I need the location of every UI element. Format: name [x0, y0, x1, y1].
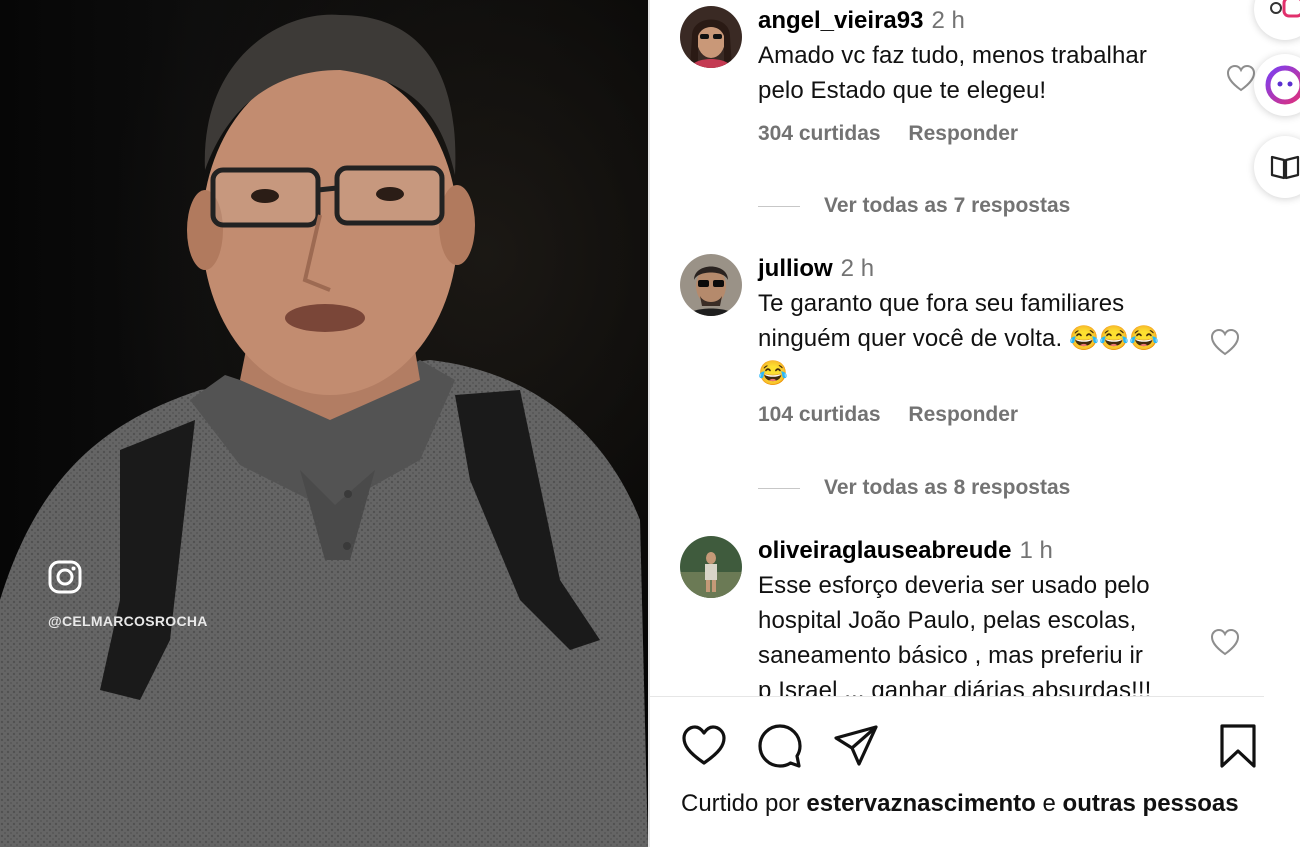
comment-username[interactable]: angel_vieira93: [758, 7, 923, 34]
comment-likes-count[interactable]: 304 curtidas: [758, 122, 881, 145]
heart-icon[interactable]: [680, 722, 728, 770]
assistant-icon: [1265, 65, 1300, 105]
instagram-shortcut-button[interactable]: [1254, 0, 1300, 40]
view-replies-line: [758, 205, 800, 207]
comment-meta: 104 curtidas Responder: [758, 403, 1208, 427]
video-handle: @CELMARCOSROCHA: [48, 613, 208, 629]
comment-list[interactable]: angel_vieira93 2 h Amado vc faz tudo, men…: [650, 0, 1264, 696]
bookmark-icon[interactable]: [1214, 722, 1262, 770]
comment-username[interactable]: oliveiraglauseabreude: [758, 537, 1011, 564]
comment-time: 2 h: [931, 7, 965, 34]
liked-by-others[interactable]: outras pessoas: [1063, 790, 1239, 817]
comment-time: 1 h: [1019, 537, 1053, 564]
comment-icon[interactable]: [756, 722, 804, 770]
reader-button[interactable]: [1254, 136, 1300, 198]
comment-text: Amado vc faz tudo, menos trabalhar pelo …: [758, 42, 1147, 104]
view-replies-button[interactable]: Ver todas as 8 respostas: [758, 476, 1070, 500]
view-replies-line: [758, 487, 800, 489]
heart-icon[interactable]: [1226, 64, 1256, 92]
comment-text: Esse esforço deveria ser usado pelo hosp…: [758, 572, 1152, 696]
chat-assistant-button[interactable]: [1254, 54, 1300, 116]
book-icon: [1270, 155, 1300, 180]
comment-meta: 304 curtidas Responder: [758, 122, 1208, 146]
avatar[interactable]: [680, 254, 742, 316]
comment-time: 2 h: [840, 255, 875, 282]
comment-username[interactable]: julliow: [758, 255, 833, 282]
avatar[interactable]: [680, 6, 742, 68]
reply-button[interactable]: Responder: [908, 122, 1018, 145]
view-replies-button[interactable]: Ver todas as 7 respostas: [758, 194, 1070, 218]
avatar[interactable]: [680, 536, 742, 598]
heart-icon[interactable]: [1210, 328, 1240, 356]
post-actions: [680, 722, 1256, 772]
send-icon[interactable]: [832, 722, 880, 770]
comment-text: Te garanto que fora seu familiares ningu…: [758, 290, 1159, 387]
reply-button[interactable]: Responder: [908, 403, 1018, 426]
comments-panel: angel_vieira93 2 h Amado vc faz tudo, men…: [650, 0, 1264, 847]
actions-divider: [650, 696, 1264, 697]
heart-icon[interactable]: [1210, 628, 1240, 656]
video-frame-person: [0, 14, 648, 847]
video-player[interactable]: @CELMARCOSROCHA: [0, 0, 648, 847]
comment-item: oliveiraglauseabreude 1 h Esse esforço de…: [680, 536, 1240, 696]
liked-by: Curtido por estervaznascimento e outras …: [681, 790, 1239, 817]
comment-likes-count[interactable]: 104 curtidas: [758, 403, 881, 426]
comment-item: angel_vieira93 2 h Amado vc faz tudo, men…: [680, 6, 1256, 186]
comment-item: julliow 2 h Te garanto que fora seu famil…: [680, 254, 1240, 454]
instagram-icon: [48, 560, 82, 594]
liked-by-user[interactable]: estervaznascimento: [806, 790, 1035, 817]
instagram-icon: [1270, 0, 1300, 18]
